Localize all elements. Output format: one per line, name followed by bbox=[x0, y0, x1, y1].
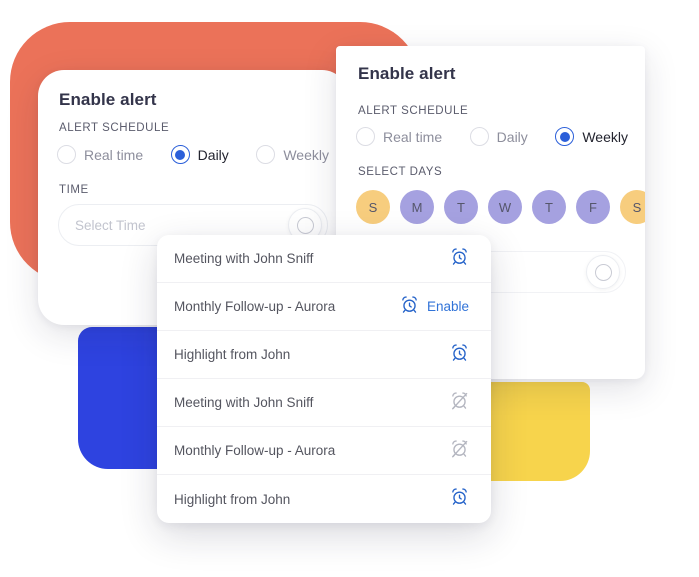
card-daily-time-label: TIME bbox=[59, 184, 89, 196]
card-daily-alert-schedule-label: ALERT SCHEDULE bbox=[59, 122, 170, 134]
list-item-title: Meeting with John Sniff bbox=[174, 395, 314, 410]
table-row[interactable]: Meeting with John Sniff bbox=[157, 379, 491, 427]
radio-indicator-daily-weekly-card[interactable] bbox=[469, 127, 489, 146]
table-row[interactable]: Monthly Follow-up - Aurora Enable bbox=[157, 283, 491, 331]
day-pill-monday[interactable]: M bbox=[400, 190, 434, 224]
list-item-actions[interactable] bbox=[450, 343, 469, 367]
alarm-clock-off-icon[interactable] bbox=[450, 391, 469, 415]
alarm-clock-icon[interactable] bbox=[450, 487, 469, 511]
day-pill-thursday[interactable]: T bbox=[532, 190, 566, 224]
day-pill-label: F bbox=[589, 199, 597, 215]
list-item-actions[interactable] bbox=[450, 391, 469, 415]
radio-option-weekly-weekly-card[interactable]: Weekly bbox=[555, 127, 628, 146]
alert-list-panel: Meeting with John Sniff Monthly Follow-u… bbox=[157, 235, 491, 523]
day-pill-label: M bbox=[411, 199, 423, 215]
alarm-clock-icon[interactable] bbox=[450, 343, 469, 367]
select-time-placeholder-daily: Select Time bbox=[75, 217, 146, 233]
radio-indicator-weekly[interactable] bbox=[256, 145, 276, 164]
radio-option-weekly[interactable]: Weekly bbox=[256, 145, 329, 164]
day-pill-label: T bbox=[457, 199, 465, 215]
radio-option-daily-weekly-card[interactable]: Daily bbox=[469, 127, 528, 146]
radio-label-weekly-weekly-card: Weekly bbox=[582, 128, 628, 145]
card-daily-title: Enable alert bbox=[59, 90, 157, 109]
radio-indicator-real-time[interactable] bbox=[57, 145, 76, 164]
card-weekly-title: Enable alert bbox=[358, 64, 456, 83]
clock-knob-icon[interactable] bbox=[586, 255, 620, 289]
table-row[interactable]: Highlight from John bbox=[157, 475, 491, 523]
table-row[interactable]: Monthly Follow-up - Aurora bbox=[157, 427, 491, 475]
list-item-actions[interactable] bbox=[450, 487, 469, 511]
radio-label-weekly: Weekly bbox=[283, 146, 329, 163]
day-pill-label: S bbox=[368, 199, 378, 215]
enable-link[interactable]: Enable bbox=[427, 299, 469, 314]
alarm-clock-off-icon[interactable] bbox=[450, 439, 469, 463]
day-pill-sunday[interactable]: S bbox=[356, 190, 390, 224]
radio-option-real-time-weekly-card[interactable]: Real time bbox=[356, 127, 442, 146]
radio-indicator-daily[interactable] bbox=[170, 145, 190, 164]
list-item-actions[interactable] bbox=[450, 439, 469, 463]
card-weekly-schedule-radio-group[interactable]: Real time Daily Weekly bbox=[356, 127, 628, 146]
illustration-stage: Enable alert ALERT SCHEDULE Real time Da… bbox=[0, 0, 699, 577]
day-pill-tuesday[interactable]: T bbox=[444, 190, 478, 224]
radio-indicator-real-time-weekly-card[interactable] bbox=[356, 127, 375, 146]
alarm-clock-icon[interactable] bbox=[450, 247, 469, 271]
day-pill-label: S bbox=[632, 199, 642, 215]
radio-option-daily[interactable]: Daily bbox=[170, 145, 229, 164]
list-item-actions[interactable] bbox=[450, 247, 469, 271]
table-row[interactable]: Highlight from John bbox=[157, 331, 491, 379]
list-item-title: Highlight from John bbox=[174, 347, 291, 362]
list-item-actions[interactable]: Enable bbox=[400, 295, 469, 319]
radio-indicator-weekly-weekly-card[interactable] bbox=[555, 127, 575, 146]
list-item-title: Monthly Follow-up - Aurora bbox=[174, 443, 336, 458]
day-pill-wednesday[interactable]: W bbox=[488, 190, 522, 224]
alarm-clock-icon[interactable] bbox=[400, 295, 419, 319]
card-weekly-select-days-label: SELECT DAYS bbox=[358, 166, 443, 178]
list-item-title: Highlight from John bbox=[174, 491, 291, 507]
list-item-title: Monthly Follow-up - Aurora bbox=[174, 299, 336, 314]
day-pill-friday[interactable]: F bbox=[576, 190, 610, 224]
radio-option-real-time[interactable]: Real time bbox=[57, 145, 143, 164]
radio-label-daily: Daily bbox=[197, 146, 229, 163]
day-selector[interactable]: S M T W T F S bbox=[356, 190, 645, 224]
radio-label-real-time: Real time bbox=[84, 146, 144, 163]
day-pill-label: W bbox=[498, 199, 512, 215]
day-pill-saturday[interactable]: S bbox=[620, 190, 645, 224]
radio-label-real-time-weekly-card: Real time bbox=[383, 128, 443, 145]
card-daily-schedule-radio-group[interactable]: Real time Daily Weekly bbox=[57, 145, 329, 164]
day-pill-label: T bbox=[545, 199, 553, 215]
list-item-title: Meeting with John Sniff bbox=[174, 251, 314, 266]
table-row[interactable]: Meeting with John Sniff bbox=[157, 235, 491, 283]
radio-label-daily-weekly-card: Daily bbox=[496, 128, 528, 145]
card-weekly-alert-schedule-label: ALERT SCHEDULE bbox=[358, 105, 469, 117]
